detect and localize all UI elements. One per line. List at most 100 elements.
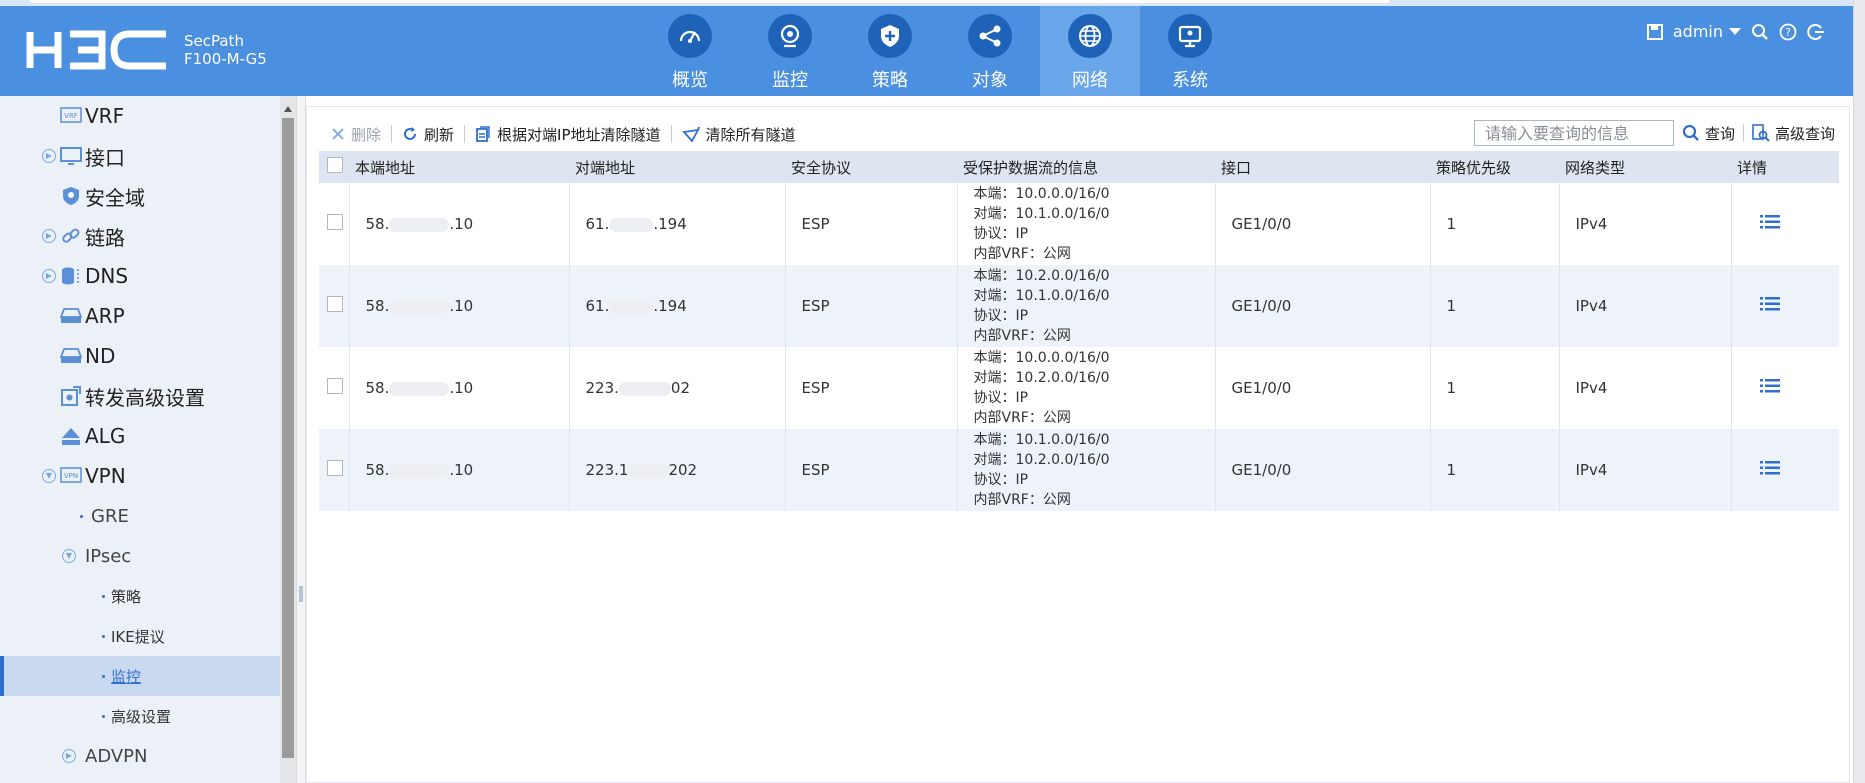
sidebar-item-vrf[interactable]: VRF VRF — [0, 96, 280, 136]
sidebar-scrollbar[interactable] — [280, 96, 296, 783]
svg-text:VPN: VPN — [64, 472, 78, 480]
network-type: IPv4 — [1559, 347, 1732, 429]
security-zone-icon — [60, 185, 82, 207]
sidebar-item-vpn[interactable]: ▼ VPN VPN — [0, 456, 280, 496]
clear-all-button[interactable]: 清除所有隧道 — [672, 125, 806, 144]
main-nav: 概览 监控 策略 对象 网络 系统 — [640, 6, 1240, 96]
nav-monitor[interactable]: 监控 — [740, 6, 840, 96]
row-checkbox[interactable] — [327, 214, 343, 230]
sidebar-item-gre[interactable]: GRE — [0, 496, 280, 536]
protected-flow: 本端：10.0.0.0/16/0 对端：10.1.0.0/16/0 协议：IP 内部V… — [957, 183, 1216, 265]
sidebar-item-ipsec[interactable]: ▼ IPsec — [0, 536, 280, 576]
sidebar-item-nd[interactable]: ND — [0, 336, 280, 376]
sidebar-item-arp[interactable]: ARP — [0, 296, 280, 336]
search-input[interactable] — [1473, 120, 1674, 146]
sidebar-item-advpn[interactable]: ▶ ADVPN — [0, 736, 280, 776]
sidebar-item-label: 监控 — [111, 667, 142, 686]
row-checkbox[interactable] — [327, 296, 343, 312]
sidebar-item-link[interactable]: ▶ 链路 — [0, 216, 280, 256]
protected-flow: 本端：10.2.0.0/16/0 对端：10.1.0.0/16/0 协议：IP 内部V… — [957, 265, 1216, 347]
redacted-block — [389, 217, 450, 232]
row-checkbox[interactable] — [327, 460, 343, 476]
sidebar-item-ipsec-policy[interactable]: 策略 — [0, 576, 280, 616]
scroll-thumb[interactable] — [282, 118, 294, 758]
table-row[interactable]: 58. .10 223.1 202 ESP 本端：10.1.0.0/16/0 对端：1… — [319, 429, 1839, 511]
delete-label: 删除 — [351, 125, 382, 144]
table-row[interactable]: 58. .10 61. .194 ESP 本端：10.0.0.0/16/0 对端：10… — [319, 183, 1839, 265]
delete-button[interactable]: 删除 — [321, 125, 393, 144]
sidebar-item-advanced-settings[interactable]: 高级设置 — [0, 696, 280, 736]
horizontal-scrollbar[interactable] — [30, 0, 1390, 3]
scroll-up-arrow[interactable] — [284, 106, 292, 112]
sidebar-item-label: IKE提议 — [111, 627, 165, 646]
clear-by-peer-button[interactable]: 根据对端IP地址清除隧道 — [465, 125, 672, 144]
alg-icon — [60, 425, 82, 447]
select-all-checkbox[interactable] — [327, 157, 343, 173]
col-security-protocol[interactable]: 安全协议 — [785, 151, 957, 183]
collapse-icon[interactable]: ▼ — [62, 549, 76, 563]
col-policy-priority[interactable]: 策略优先级 — [1430, 151, 1559, 183]
col-protected-flow[interactable]: 受保护数据流的信息 — [957, 151, 1215, 183]
sidebar-item-label: 转发高级设置 — [85, 385, 205, 410]
sidebar-item-security-zone[interactable]: 安全域 — [0, 176, 280, 216]
sidebar-item-label: DNS — [85, 264, 129, 288]
search-icon[interactable] — [1751, 23, 1769, 41]
bullet — [80, 514, 83, 518]
save-icon[interactable] — [1646, 23, 1663, 40]
nav-network-label: 网络 — [1072, 70, 1108, 91]
collapse-icon[interactable]: ▼ — [42, 469, 56, 483]
nav-overview[interactable]: 概览 — [640, 6, 740, 96]
sidebar-item-ike-proposal[interactable]: IKE提议 — [0, 616, 280, 656]
row-checkbox[interactable] — [327, 378, 343, 394]
sidebar-splitter[interactable] — [296, 96, 306, 783]
sidebar-item-dns[interactable]: ▶ DNS — [0, 256, 280, 296]
nd-icon — [60, 345, 82, 367]
window-scrollbar[interactable] — [1853, 0, 1865, 783]
help-icon[interactable]: ? — [1779, 23, 1797, 41]
query-button[interactable]: 查询 — [1682, 123, 1735, 144]
details-list-icon[interactable] — [1759, 214, 1780, 230]
security-protocol: ESP — [785, 183, 958, 265]
logout-icon[interactable] — [1807, 23, 1825, 41]
details-list-icon[interactable] — [1759, 296, 1780, 312]
nav-network[interactable]: 网络 — [1040, 6, 1140, 96]
table-row[interactable]: 58. .10 61. .194 ESP 本端：10.2.0.0/16/0 对端：10… — [319, 265, 1839, 347]
expand-icon[interactable]: ▶ — [42, 269, 56, 283]
nav-object-label: 对象 — [972, 70, 1008, 91]
col-interface[interactable]: 接口 — [1215, 151, 1430, 183]
svg-text:VRF: VRF — [64, 112, 78, 120]
col-network-type[interactable]: 网络类型 — [1559, 151, 1731, 183]
redacted-block — [389, 381, 450, 396]
sidebar-item-interface[interactable]: ▶ 接口 — [0, 136, 280, 176]
sidebar-item-label: ND — [85, 344, 116, 368]
query-label: 查询 — [1704, 124, 1735, 143]
interface: GE1/0/0 — [1215, 429, 1431, 511]
sidebar-item-ipsec-monitor[interactable]: 监控 — [0, 656, 280, 696]
h3c-logo — [26, 30, 166, 70]
col-local-address[interactable]: 本端地址 — [349, 151, 569, 183]
expand-icon[interactable]: ▶ — [62, 749, 76, 763]
col-peer-address[interactable]: 对端地址 — [569, 151, 785, 183]
user-menu[interactable]: admin — [1673, 22, 1741, 41]
details-list-icon[interactable] — [1759, 460, 1780, 476]
peer-address: 61. .194 — [569, 183, 786, 265]
details-list-icon[interactable] — [1759, 378, 1780, 394]
sidebar-item-label: ARP — [85, 304, 125, 328]
dashboard-icon — [679, 30, 701, 43]
nav-system-label: 系统 — [1172, 70, 1208, 91]
nav-system[interactable]: 系统 — [1140, 6, 1240, 96]
sidebar-item-alg[interactable]: ALG — [0, 416, 280, 456]
nav-policy[interactable]: 策略 — [840, 6, 940, 96]
col-details[interactable]: 详情 — [1731, 151, 1839, 183]
expand-icon[interactable]: ▶ — [42, 229, 56, 243]
expand-icon[interactable]: ▶ — [42, 149, 56, 163]
product-name: SecPath F100-M-G5 — [184, 32, 267, 68]
sidebar-item-forward-settings[interactable]: 转发高级设置 — [0, 376, 280, 416]
splitter-grip[interactable] — [299, 586, 303, 602]
advanced-query-button[interactable]: 高级查询 — [1752, 123, 1835, 144]
dns-icon — [60, 265, 82, 287]
table-row[interactable]: 58. .10 223. 02 ESP 本端：10.0.0.0/16/0 对端：10.… — [319, 347, 1839, 429]
nav-object[interactable]: 对象 — [940, 6, 1040, 96]
refresh-button[interactable]: 刷新 — [392, 125, 466, 144]
sidebar-item-label: ADVPN — [85, 745, 148, 767]
